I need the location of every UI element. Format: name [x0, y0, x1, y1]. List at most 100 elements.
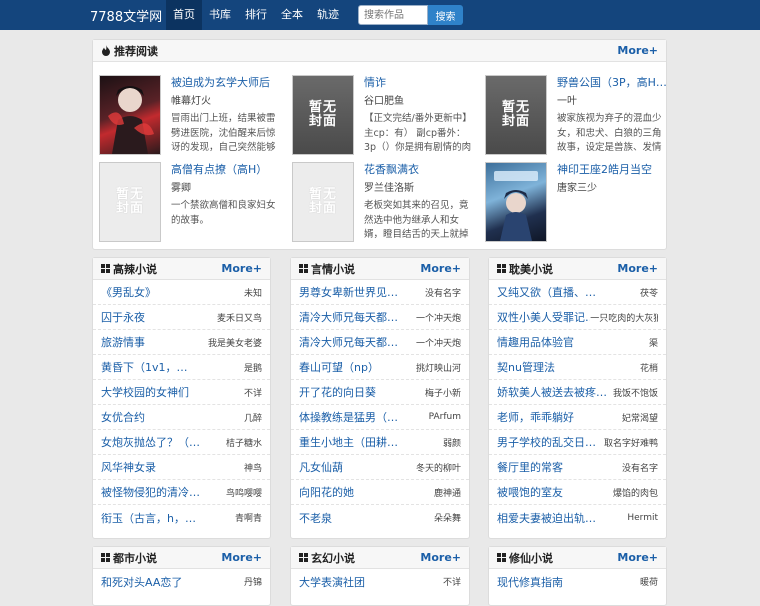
list-item[interactable]: 重生小地主（田耕… 弱颜 — [291, 430, 469, 455]
book-title-link[interactable]: 双性小美人受罪记… — [497, 309, 590, 325]
list-item[interactable]: 开了花的向日葵 梅子小新 — [291, 380, 469, 405]
section-more-link[interactable]: More+ — [221, 262, 262, 275]
book-title-link[interactable]: 重生小地主（田耕… — [299, 434, 398, 450]
section-more-link[interactable]: More+ — [617, 551, 658, 564]
book-title-link[interactable]: 大学表演社团 — [299, 574, 365, 590]
book-title-link[interactable]: 契nu管理法 — [497, 359, 555, 375]
list-item[interactable]: 女优合约 几醉 — [93, 405, 270, 430]
list-item[interactable]: 大学表演社团 不详 — [291, 569, 469, 594]
book-title-link[interactable]: 餐厅里的常客 — [497, 459, 563, 475]
list-item[interactable]: 又纯又欲（直播、… 茯苓 — [489, 280, 666, 305]
list-item[interactable]: 体操教练是猛男（… PArfum — [291, 405, 469, 430]
book-title-link[interactable]: 情趣用品体验官 — [497, 334, 574, 350]
list-item[interactable]: 大学校园的女神们 不详 — [93, 380, 270, 405]
book-title-link[interactable]: 开了花的向日葵 — [299, 384, 376, 400]
list-item[interactable]: 女炮灰抛怂了？（… 桔子糖水 — [93, 430, 270, 455]
rec-author: 一叶 — [557, 96, 577, 107]
section-more-link[interactable]: More+ — [617, 262, 658, 275]
book-cover[interactable]: 暂无 封面 — [99, 162, 161, 242]
book-title-link[interactable]: 又纯又欲（直播、… — [497, 284, 596, 300]
list-item[interactable]: 相爱夫妻被迫出轨… Hermit — [489, 505, 666, 530]
book-title-link[interactable]: 娇软美人被送去被疼… — [497, 384, 607, 400]
rec-title[interactable]: 野兽公国（3P，高H，… — [557, 75, 670, 91]
rec-title[interactable]: 被迫成为玄学大师后 — [171, 75, 284, 91]
list-item[interactable]: 清冷大师兄每天都… 一个冲天炮 — [291, 330, 469, 355]
list-item[interactable]: 凡女仙葫 冬天的柳叶 — [291, 455, 469, 480]
list-item[interactable]: 囚于永夜 麦禾日又鸟 — [93, 305, 270, 330]
section-title-text: 高辣小说 — [113, 262, 157, 276]
book-cover[interactable]: 暂无 封面 — [485, 75, 547, 155]
list-item[interactable]: 春山可望（np） 挑灯映山河 — [291, 355, 469, 380]
book-title-link[interactable]: 体操教练是猛男（… — [299, 409, 398, 425]
list-item[interactable]: 风华神女录 神鸟 — [93, 455, 270, 480]
nav-library[interactable]: 书库 — [202, 0, 238, 30]
book-title-link[interactable]: 风华神女录 — [101, 459, 156, 475]
list-item[interactable]: 男尊女卑新世界见… 没有名字 — [291, 280, 469, 305]
book-title-link[interactable]: 和死对头AA恋了 — [101, 574, 182, 590]
book-title-link[interactable]: 清冷大师兄每天都… — [299, 309, 398, 325]
book-author: 一个冲天炮 — [415, 338, 461, 349]
book-title-link[interactable]: 大学校园的女神们 — [101, 384, 189, 400]
search-button[interactable]: 搜索 — [428, 5, 463, 25]
book-title-link[interactable]: 男子学校的乱交日… — [497, 434, 596, 450]
recommend-header: 推荐阅读 More+ — [93, 40, 666, 62]
book-title-link[interactable]: 不老泉 — [299, 510, 332, 526]
section-more-link[interactable]: More+ — [420, 262, 461, 275]
list-item[interactable]: 清冷大师兄每天都… 一个冲天炮 — [291, 305, 469, 330]
book-title-link[interactable]: 旅游情事 — [101, 334, 145, 350]
rec-author: 罗兰佳洛斯 — [364, 183, 414, 194]
book-author: 神鸟 — [243, 463, 262, 474]
book-cover[interactable]: 暂无 封面 — [292, 75, 354, 155]
list-item[interactable]: 旅游情事 我是美女老婆 — [93, 330, 270, 355]
list-item[interactable]: 餐厅里的常客 没有名字 — [489, 455, 666, 480]
book-title-link[interactable]: 衔玉（古言，h，… — [101, 510, 196, 526]
book-title-link[interactable]: 清冷大师兄每天都… — [299, 334, 398, 350]
book-title-link[interactable]: 黄昏下（1v1，… — [101, 359, 188, 375]
list-item[interactable]: 不老泉 朵朵舞 — [291, 505, 469, 530]
book-title-link[interactable]: 被怪物侵犯的清冷… — [101, 484, 200, 500]
section-more-link[interactable]: More+ — [420, 551, 461, 564]
list-item[interactable]: 《男乱女》 未知 — [93, 280, 270, 305]
list-item[interactable]: 老师，乖乖躺好 妃常渴望 — [489, 405, 666, 430]
nav-ranking[interactable]: 排行 — [238, 0, 274, 30]
rec-title[interactable]: 情诈 — [364, 75, 477, 91]
list-item[interactable]: 被怪物侵犯的清冷… 鸟鸣嘤嘤 — [93, 480, 270, 505]
section-more-link[interactable]: More+ — [221, 551, 262, 564]
list-item[interactable]: 情趣用品体验官 渠 — [489, 330, 666, 355]
search-input[interactable] — [358, 5, 428, 25]
book-cover[interactable] — [99, 75, 161, 155]
list-item[interactable]: 黄昏下（1v1，… 是鹅 — [93, 355, 270, 380]
book-title-link[interactable]: 相爱夫妻被迫出轨… — [497, 510, 596, 526]
nav-home[interactable]: 首页 — [166, 0, 202, 30]
section-title: 都市小说 — [101, 550, 157, 566]
list-item[interactable]: 被喂饱的室友 爆馅的肉包 — [489, 480, 666, 505]
recommend-more-link[interactable]: More+ — [617, 44, 658, 57]
rec-title[interactable]: 花香飘满衣 — [364, 162, 477, 178]
book-title-link[interactable]: 《男乱女》 — [101, 284, 156, 300]
book-title-link[interactable]: 女炮灰抛怂了？（… — [101, 434, 200, 450]
list-item[interactable]: 娇软美人被送去被疼… 我饭不饱饭 — [489, 380, 666, 405]
list-item[interactable]: 和死对头AA恋了 丹锦 — [93, 569, 270, 594]
list-item[interactable]: 衔玉（古言，h，… 青啊青 — [93, 505, 270, 530]
nav-complete[interactable]: 全本 — [274, 0, 310, 30]
list-item[interactable]: 男子学校的乱交日… 取名字好难鸭 — [489, 430, 666, 455]
rec-title[interactable]: 神印王座2皓月当空 — [557, 162, 670, 178]
book-title-link[interactable]: 男尊女卑新世界见… — [299, 284, 398, 300]
book-title-link[interactable]: 被喂饱的室友 — [497, 484, 563, 500]
book-title-link[interactable]: 春山可望（np） — [299, 359, 379, 375]
list-item[interactable]: 向阳花的她 鹿神通 — [291, 480, 469, 505]
site-logo[interactable]: 7788文学网 — [90, 6, 162, 25]
book-title-link[interactable]: 女优合约 — [101, 409, 145, 425]
list-item[interactable]: 现代修真指南 暖荷 — [489, 569, 666, 594]
book-title-link[interactable]: 老师，乖乖躺好 — [497, 409, 574, 425]
book-title-link[interactable]: 囚于永夜 — [101, 309, 145, 325]
book-title-link[interactable]: 凡女仙葫 — [299, 459, 343, 475]
list-item[interactable]: 契nu管理法 花梢 — [489, 355, 666, 380]
list-item[interactable]: 双性小美人受罪记… 一只吃肉的大灰狼 — [489, 305, 666, 330]
book-cover[interactable] — [485, 162, 547, 242]
book-title-link[interactable]: 向阳花的她 — [299, 484, 354, 500]
rec-title[interactable]: 高僧有点撩（高H） — [171, 162, 284, 178]
book-cover[interactable]: 暂无 封面 — [292, 162, 354, 242]
nav-history[interactable]: 轨迹 — [310, 0, 346, 30]
book-title-link[interactable]: 现代修真指南 — [497, 574, 563, 590]
